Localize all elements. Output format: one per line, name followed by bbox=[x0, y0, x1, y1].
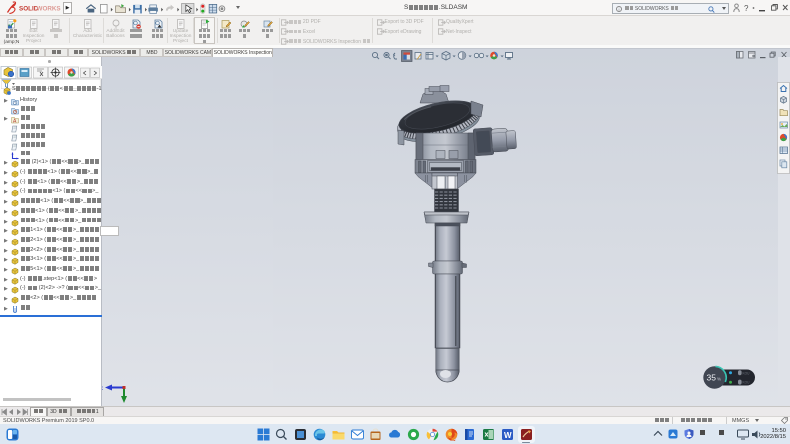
svg-text:KOU: KOU bbox=[743, 381, 751, 385]
svg-text:%: % bbox=[717, 377, 721, 382]
svg-text:KOU: KOU bbox=[743, 371, 751, 375]
svg-text:35: 35 bbox=[707, 373, 717, 383]
svg-text:?: ? bbox=[744, 4, 749, 13]
svg-text:WORKS: WORKS bbox=[37, 5, 61, 12]
svg-text:W: W bbox=[504, 431, 512, 440]
